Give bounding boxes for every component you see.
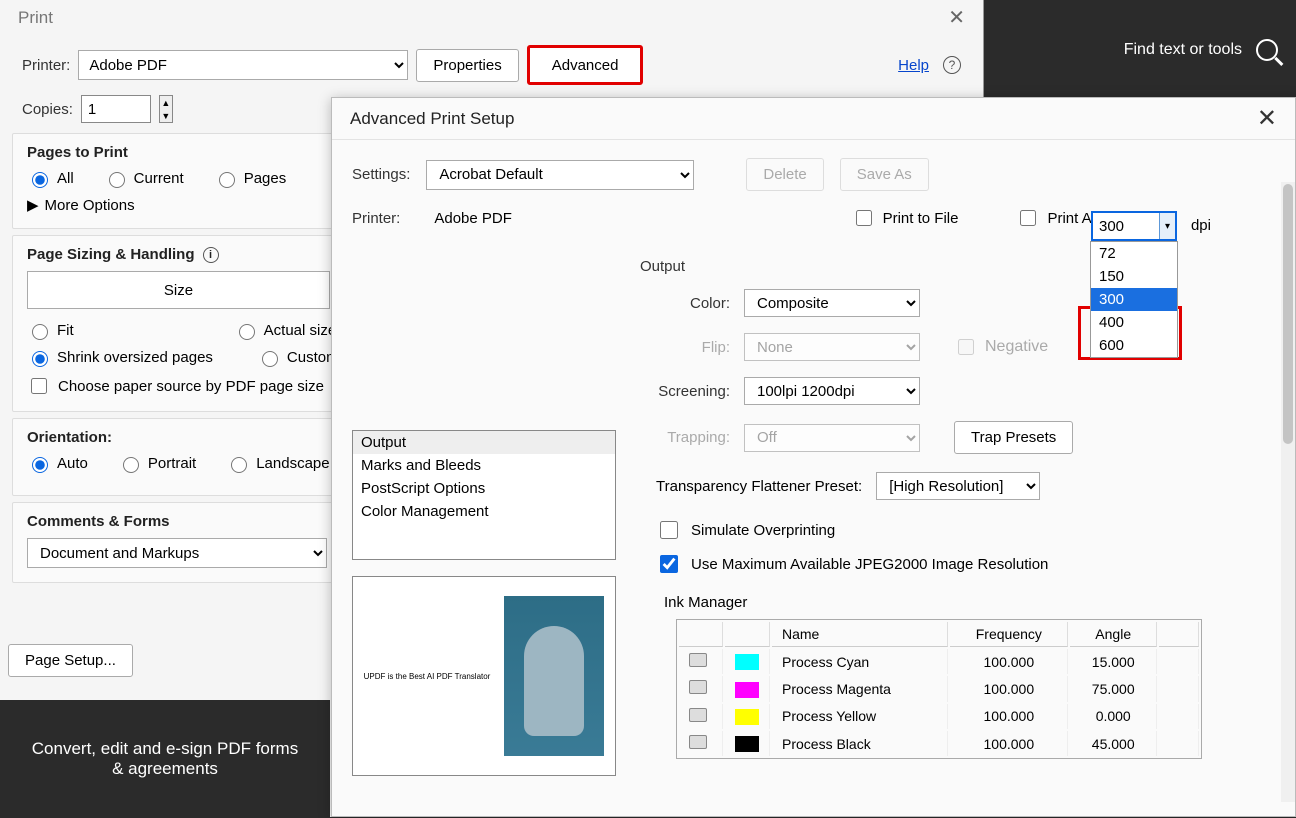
copies-up-icon[interactable]: ▲ xyxy=(160,96,172,109)
saveas-button: Save As xyxy=(840,158,929,191)
info-icon[interactable]: i xyxy=(203,247,219,263)
close-icon[interactable]: ✕ xyxy=(1257,104,1277,133)
help-icon[interactable]: ? xyxy=(943,56,961,74)
radio-landscape[interactable] xyxy=(231,457,247,473)
dpi-option[interactable]: 300 xyxy=(1091,288,1177,311)
delete-button: Delete xyxy=(746,158,823,191)
promo-band: Convert, edit and e-sign PDF forms & agr… xyxy=(0,700,330,817)
print-to-file-check[interactable] xyxy=(856,210,872,226)
category-list: Output Marks and Bleeds PostScript Optio… xyxy=(352,430,616,560)
radio-auto[interactable] xyxy=(32,457,48,473)
comments-forms-select[interactable]: Document and Markups xyxy=(27,538,327,568)
simulate-check[interactable] xyxy=(660,521,678,539)
color-swatch xyxy=(735,709,759,725)
table-row[interactable]: Process Cyan 100.000 15.000 xyxy=(679,649,1199,674)
radio-portrait[interactable] xyxy=(123,457,139,473)
find-text-label[interactable]: Find text or tools xyxy=(1124,41,1242,59)
list-item[interactable]: PostScript Options xyxy=(353,477,615,500)
flattener-label: Transparency Flattener Preset: xyxy=(656,478,862,495)
preview-image xyxy=(504,596,604,756)
jpeg2000-check[interactable] xyxy=(660,555,678,573)
advanced-button[interactable]: Advanced xyxy=(527,45,644,85)
flattener-select[interactable]: [High Resolution] xyxy=(876,472,1040,500)
settings-select[interactable]: Acrobat Default xyxy=(426,160,694,190)
help-link[interactable]: Help xyxy=(898,57,929,74)
flip-label: Flip: xyxy=(640,339,730,356)
dpi-label: dpi xyxy=(1191,217,1211,234)
list-item[interactable]: Output xyxy=(353,431,615,454)
ink-manager-title: Ink Manager xyxy=(664,594,1275,611)
print-as-image-check[interactable] xyxy=(1020,210,1036,226)
scrollbar[interactable] xyxy=(1281,182,1295,802)
copies-input[interactable] xyxy=(81,95,151,123)
color-swatch xyxy=(735,682,759,698)
sizing-title: Page Sizing & Handling xyxy=(27,246,195,263)
negative-check xyxy=(958,339,974,355)
size-button[interactable]: Size xyxy=(27,271,330,309)
copies-down-icon[interactable]: ▼ xyxy=(160,109,172,122)
adv-printer-label: Printer: xyxy=(352,210,400,227)
triangle-right-icon: ▶ xyxy=(27,196,39,214)
color-swatch xyxy=(735,654,759,670)
table-row[interactable]: Process Black 100.000 45.000 xyxy=(679,731,1199,756)
dpi-select[interactable]: 300 ▾ xyxy=(1091,211,1177,241)
search-icon[interactable] xyxy=(1256,39,1278,61)
list-item[interactable]: Color Management xyxy=(353,500,615,523)
adv-printer-value: Adobe PDF xyxy=(434,210,512,227)
radio-current[interactable] xyxy=(109,172,125,188)
dpi-option[interactable]: 72 xyxy=(1091,242,1177,265)
col-name: Name xyxy=(772,622,948,647)
printer-label: Printer: xyxy=(22,57,70,74)
ink-table: Name Frequency Angle Process Cyan 100.00… xyxy=(676,619,1202,759)
radio-fit[interactable] xyxy=(32,324,48,340)
paper-source-check[interactable] xyxy=(31,378,47,394)
screening-select[interactable]: 100lpi 1200dpi xyxy=(744,377,920,405)
dpi-option[interactable]: 150 xyxy=(1091,265,1177,288)
advanced-dialog: Advanced Print Setup ✕ Settings: Acrobat… xyxy=(331,97,1296,817)
flip-select: None xyxy=(744,333,920,361)
close-icon[interactable]: ✕ xyxy=(948,5,965,30)
page-setup-button[interactable]: Page Setup... xyxy=(8,644,133,677)
color-select[interactable]: Composite xyxy=(744,289,920,317)
printer-icon xyxy=(689,708,707,722)
trap-presets-button[interactable]: Trap Presets xyxy=(954,421,1073,454)
output-title: Output xyxy=(640,258,1275,275)
trapping-select: Off xyxy=(744,424,920,452)
printer-select[interactable]: Adobe PDF xyxy=(78,50,408,80)
col-freq: Frequency xyxy=(950,622,1068,647)
properties-button[interactable]: Properties xyxy=(416,49,518,82)
preview-pane: UPDF is the Best AI PDF Translator xyxy=(352,576,616,776)
radio-all[interactable] xyxy=(32,172,48,188)
chevron-down-icon[interactable]: ▾ xyxy=(1159,213,1175,239)
table-row[interactable]: Process Yellow 100.000 0.000 xyxy=(679,704,1199,729)
printer-icon xyxy=(689,735,707,749)
dpi-option[interactable]: 600 xyxy=(1091,334,1177,357)
color-label: Color: xyxy=(640,295,730,312)
trapping-label: Trapping: xyxy=(640,429,730,446)
dpi-option[interactable]: 400 xyxy=(1091,311,1177,334)
copies-label: Copies: xyxy=(22,101,73,118)
dpi-dropdown: 72 150 300 400 600 xyxy=(1090,241,1178,358)
color-swatch xyxy=(735,736,759,752)
radio-shrink[interactable] xyxy=(32,351,48,367)
advanced-title: Advanced Print Setup xyxy=(350,109,514,129)
screening-label: Screening: xyxy=(640,383,730,400)
radio-pages[interactable] xyxy=(219,172,235,188)
col-angle: Angle xyxy=(1070,622,1157,647)
preview-text: UPDF is the Best AI PDF Translator xyxy=(364,672,491,681)
printer-icon xyxy=(689,680,707,694)
settings-label: Settings: xyxy=(352,166,410,183)
printer-icon xyxy=(689,653,707,667)
list-item[interactable]: Marks and Bleeds xyxy=(353,454,615,477)
radio-actual[interactable] xyxy=(239,324,255,340)
print-title: Print xyxy=(18,8,53,28)
table-row[interactable]: Process Magenta 100.000 75.000 xyxy=(679,676,1199,701)
radio-custom[interactable] xyxy=(262,351,278,367)
